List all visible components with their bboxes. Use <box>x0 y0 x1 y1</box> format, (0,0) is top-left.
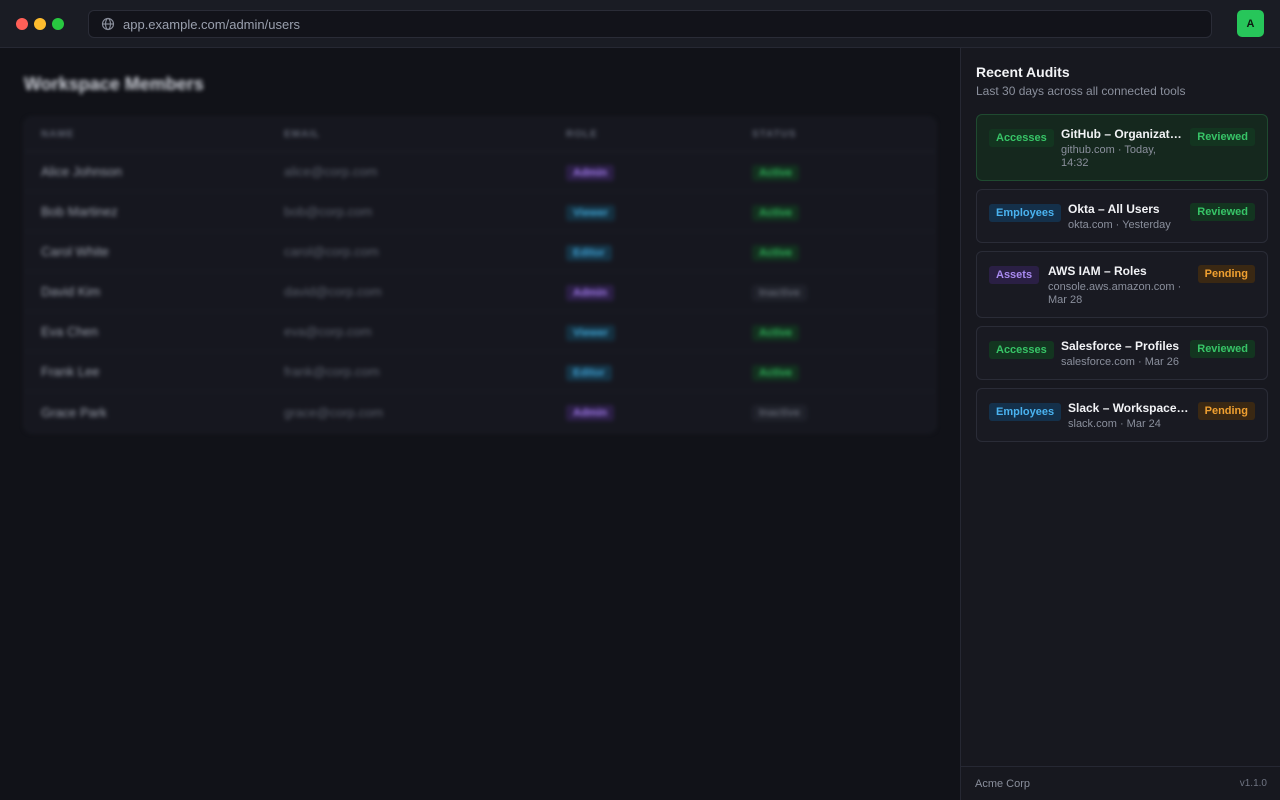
member-email: david@corp.com <box>284 284 382 299</box>
avatar[interactable]: A <box>1237 10 1264 37</box>
audit-card[interactable]: Accesses GitHub – Organization Members git… <box>976 114 1268 181</box>
audit-title: Salesforce – Profiles <box>1061 339 1180 353</box>
members-table: NAME EMAIL ROLE STATUS Alice Johnson alic… <box>24 117 936 433</box>
audit-title: Slack – Workspace Members <box>1068 401 1190 415</box>
audit-title: AWS IAM – Roles <box>1048 264 1147 278</box>
audit-status-badge: Reviewed <box>1190 340 1255 358</box>
category-badge: Accesses <box>989 129 1054 147</box>
audit-card[interactable]: Assets AWS IAM – Roles console.aws.amazon.… <box>976 251 1268 318</box>
audit-info: GitHub – Organization Members github.com … <box>1061 127 1183 170</box>
status-badge: Active <box>752 204 800 221</box>
panel-subtitle: Last 30 days across all connected tools <box>976 84 1186 98</box>
audit-card[interactable]: Employees Okta – All Users okta.com · Yest… <box>976 189 1268 243</box>
audit-meta: salesforce.com · Mar 26 <box>1061 356 1179 368</box>
page-title: Workspace Members <box>24 74 204 94</box>
status-badge: Active <box>752 244 800 261</box>
category-badge: Employees <box>989 204 1062 222</box>
role-badge: Admin <box>566 405 615 421</box>
audit-title: GitHub – Organization Members <box>1061 127 1183 141</box>
app-version: v1.1.0 <box>1239 778 1267 789</box>
org-name: Acme Corp <box>975 777 1031 790</box>
role-badge: Viewer <box>566 324 616 341</box>
member-name: Grace Park <box>41 404 107 420</box>
audit-status-badge: Pending <box>1197 402 1255 420</box>
column-header-status: STATUS <box>752 129 797 140</box>
audit-meta: slack.com · Mar 24 <box>1068 418 1161 430</box>
window-minimize-button[interactable] <box>34 18 46 30</box>
table-row[interactable]: Carol White carol@corp.com Editor Active <box>25 232 935 272</box>
table-row[interactable]: Frank Lee frank@corp.com Editor Active <box>25 352 935 392</box>
audit-status-badge: Reviewed <box>1190 128 1255 146</box>
member-email: frank@corp.com <box>284 364 380 379</box>
panel-footer: Acme Corp v1.1.0 <box>961 766 1280 800</box>
column-header-role: ROLE <box>566 129 598 140</box>
table-row[interactable]: Alice Johnson alice@corp.com Admin Active <box>25 152 935 192</box>
member-email: grace@corp.com <box>284 404 384 420</box>
column-header-name: NAME <box>41 129 75 140</box>
audit-meta: github.com · Today, 14:32 <box>1061 144 1156 169</box>
member-email: bob@corp.com <box>284 204 373 219</box>
audit-info: Salesforce – Profiles salesforce.com · Ma… <box>1061 339 1183 369</box>
role-badge: Editor <box>566 364 612 381</box>
table-row[interactable]: Grace Park grace@corp.com Admin Inactive <box>25 392 935 432</box>
address-bar[interactable]: app.example.com/admin/users <box>88 10 1212 38</box>
table-row[interactable]: David Kim david@corp.com Admin Inactive <box>25 272 935 312</box>
audit-card[interactable]: Employees Slack – Workspace Members slack.… <box>976 388 1268 442</box>
audit-meta: okta.com · Yesterday <box>1068 219 1171 231</box>
member-name: Eva Chen <box>41 324 99 339</box>
member-name: David Kim <box>41 284 101 299</box>
member-name: Frank Lee <box>41 364 100 379</box>
table-body: Alice Johnson alice@corp.com Admin Active Bo… <box>25 152 935 432</box>
member-name: Bob Martinez <box>41 204 118 219</box>
role-badge: Admin <box>566 164 615 181</box>
window-zoom-button[interactable] <box>52 18 64 30</box>
category-badge: Employees <box>989 403 1062 421</box>
status-badge: Active <box>752 364 800 381</box>
audits-panel: Recent Audits Last 30 days across all co… <box>960 48 1280 800</box>
audit-card[interactable]: Accesses Salesforce – Profiles salesforce.… <box>976 326 1268 380</box>
member-email: eva@corp.com <box>284 324 372 339</box>
table-row[interactable]: Bob Martinez bob@corp.com Viewer Active <box>25 192 935 232</box>
panel-title: Recent Audits <box>976 64 1070 80</box>
status-badge: Inactive <box>752 284 807 301</box>
category-badge: Assets <box>989 266 1040 284</box>
window-close-button[interactable] <box>16 18 28 30</box>
role-badge: Viewer <box>566 204 616 221</box>
member-name: Carol White <box>41 244 109 259</box>
role-badge: Admin <box>566 284 615 301</box>
url-text: app.example.com/admin/users <box>123 16 301 32</box>
audit-info: Okta – All Users okta.com · Yesterday <box>1068 202 1190 232</box>
browser-toolbar: app.example.com/admin/users A <box>0 0 1280 48</box>
status-badge: Inactive <box>752 405 807 421</box>
table-header: NAME EMAIL ROLE STATUS <box>25 118 935 152</box>
main-content: Workspace Members NAME EMAIL ROLE STATUS… <box>0 48 960 800</box>
audit-meta: console.aws.amazon.com · Mar 28 <box>1048 281 1182 306</box>
audit-info: Slack – Workspace Members slack.com · Mar… <box>1068 401 1190 431</box>
status-badge: Active <box>752 324 800 341</box>
column-header-email: EMAIL <box>284 129 321 140</box>
role-badge: Editor <box>566 244 612 261</box>
status-badge: Active <box>752 164 800 181</box>
member-email: carol@corp.com <box>284 244 379 259</box>
category-badge: Accesses <box>989 341 1054 359</box>
globe-icon <box>101 17 115 31</box>
audit-info: AWS IAM – Roles console.aws.amazon.com · … <box>1048 264 1188 307</box>
member-name: Alice Johnson <box>41 164 122 179</box>
audit-list: Accesses GitHub – Organization Members git… <box>976 114 1268 450</box>
audit-status-badge: Pending <box>1197 265 1255 283</box>
member-email: alice@corp.com <box>284 164 378 179</box>
audit-title: Okta – All Users <box>1068 202 1160 216</box>
table-row[interactable]: Eva Chen eva@corp.com Viewer Active <box>25 312 935 352</box>
audit-status-badge: Reviewed <box>1190 203 1255 221</box>
